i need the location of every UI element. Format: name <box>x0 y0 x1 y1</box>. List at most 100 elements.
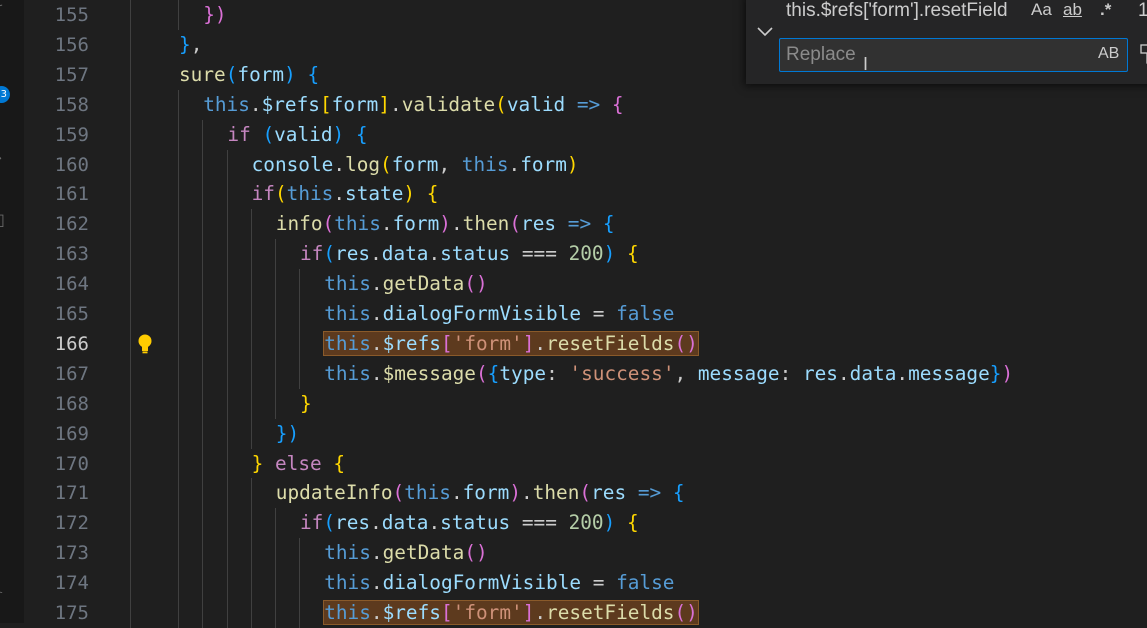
code-line[interactable]: 175 this.$refs['form'].resetFields() <box>24 598 1147 628</box>
code-token: res <box>802 361 838 385</box>
code-token: this <box>286 182 334 206</box>
indent-guide <box>178 328 180 359</box>
code-token: === <box>510 242 569 266</box>
code-token: ( <box>323 242 336 266</box>
code-line[interactable]: 158 this.$refs[form].validate(valid => { <box>24 89 1147 120</box>
indent-guide <box>130 328 131 359</box>
code-token: { <box>611 92 624 116</box>
code-token: { <box>672 481 685 505</box>
indent-guide <box>299 328 301 359</box>
code-token: 200 <box>568 511 604 535</box>
indent-guide <box>130 269 131 300</box>
indent-guide <box>226 448 228 479</box>
replace-input[interactable] <box>779 38 1128 72</box>
find-input-value[interactable]: this.$refs['form'].resetField <box>786 0 1008 22</box>
match-whole-word-toggle[interactable]: ab <box>1063 0 1082 20</box>
indent-guide <box>202 538 204 569</box>
code-line[interactable]: 162 info(this.form).then(res => { <box>24 209 1147 240</box>
code-token: this <box>324 361 371 385</box>
code-line[interactable]: 159 if (valid) { <box>24 119 1147 150</box>
code-line[interactable]: 168} <box>24 388 1147 419</box>
code-line[interactable]: 165 this.dialogFormVisible = false <box>24 299 1147 329</box>
code-line[interactable]: 164 this.getData() <box>24 269 1147 300</box>
code-token: then <box>462 212 510 236</box>
code-token: resetFields <box>546 331 675 355</box>
code-token: state <box>345 182 404 206</box>
indent-guide <box>226 299 228 329</box>
code-token: res <box>335 511 371 535</box>
code-text: this.getData() <box>324 541 487 565</box>
indent-guide <box>130 568 131 599</box>
indent-guide <box>130 0 131 30</box>
code-token: ) <box>1001 361 1014 385</box>
code-token: updateInfo <box>275 481 393 505</box>
indent-guide <box>130 59 131 90</box>
indent-guide <box>275 538 276 569</box>
use-regex-toggle[interactable]: .* <box>1100 0 1111 20</box>
indent-guide <box>130 239 131 270</box>
code-token: { <box>307 62 320 86</box>
match-case-toggle[interactable]: Aa <box>1031 0 1052 20</box>
code-line[interactable]: 169}) <box>24 418 1147 449</box>
code-line[interactable]: 163 if(res.data.status === 200) { <box>24 239 1147 270</box>
line-number: 161 <box>54 183 89 206</box>
code-token: status <box>440 511 511 535</box>
indent-guide <box>226 478 228 509</box>
activity-icon-top[interactable]: ◜ <box>0 0 2 19</box>
indent-guide <box>226 598 228 628</box>
code-line[interactable]: 166 this.$refs['form'].resetFields() <box>24 328 1147 359</box>
code-editor[interactable]: 155}) 156}, 157 sure(form) {158 this.$refs[f… <box>24 0 1147 628</box>
code-token: [ <box>440 331 453 355</box>
code-line[interactable]: 160 console.log(form, this.form) <box>24 149 1147 180</box>
replace-icon[interactable] <box>1138 42 1147 66</box>
code-token: ( <box>495 92 507 116</box>
code-line[interactable]: 172 if(res.data.status === 200) { <box>24 508 1147 539</box>
code-token: this <box>404 481 451 505</box>
code-line[interactable]: 167 this.$message({type: 'success', messa… <box>24 358 1147 389</box>
code-text: sure(form) { <box>179 63 319 87</box>
code-text: } else { <box>252 452 345 476</box>
code-token: } <box>251 451 264 475</box>
code-line[interactable]: 174 this.dialogFormVisible = false <box>24 568 1147 599</box>
activity-icon-run[interactable]: › <box>0 148 2 167</box>
indent-guide <box>226 149 228 180</box>
indent-guide <box>226 239 228 270</box>
code-line[interactable]: 173 this.getData() <box>24 538 1147 569</box>
code-token: log <box>345 152 381 176</box>
code-token: ( <box>509 212 522 236</box>
lightbulb-icon[interactable] <box>136 333 154 355</box>
code-line[interactable]: 170} else { <box>24 448 1147 479</box>
code-token: = <box>581 571 617 595</box>
indent-guide <box>130 598 131 628</box>
code-line[interactable]: 171 updateInfo(this.form).then(res => { <box>24 478 1147 509</box>
indent-guide <box>178 568 180 599</box>
indent-guide <box>202 598 204 628</box>
line-number: 171 <box>54 482 89 505</box>
code-token: => <box>576 92 601 116</box>
code-token: 'form' <box>452 601 523 624</box>
code-token: form <box>391 152 439 176</box>
preserve-case-toggle[interactable]: AB <box>1098 45 1119 63</box>
code-token: { <box>333 451 346 475</box>
code-token: = <box>581 302 617 325</box>
code-text: if(res.data.status === 200) { <box>300 511 639 535</box>
activity-icon-extensions[interactable]: ▯ <box>0 210 5 229</box>
indent-guide <box>202 239 204 270</box>
activity-icon-account[interactable]: ◟ <box>0 576 2 595</box>
chevron-down-icon[interactable] <box>754 20 776 42</box>
indent-guide <box>130 149 131 180</box>
indent-guide <box>202 179 204 210</box>
code-text: } <box>300 392 312 416</box>
code-line[interactable]: 161 if(this.state) { <box>24 179 1147 210</box>
line-number: 157 <box>54 63 89 86</box>
indent-guide <box>250 598 252 628</box>
line-number: 167 <box>54 362 89 385</box>
indent-guide <box>250 328 252 359</box>
code-token: . <box>896 361 909 385</box>
line-number: 169 <box>54 422 89 445</box>
